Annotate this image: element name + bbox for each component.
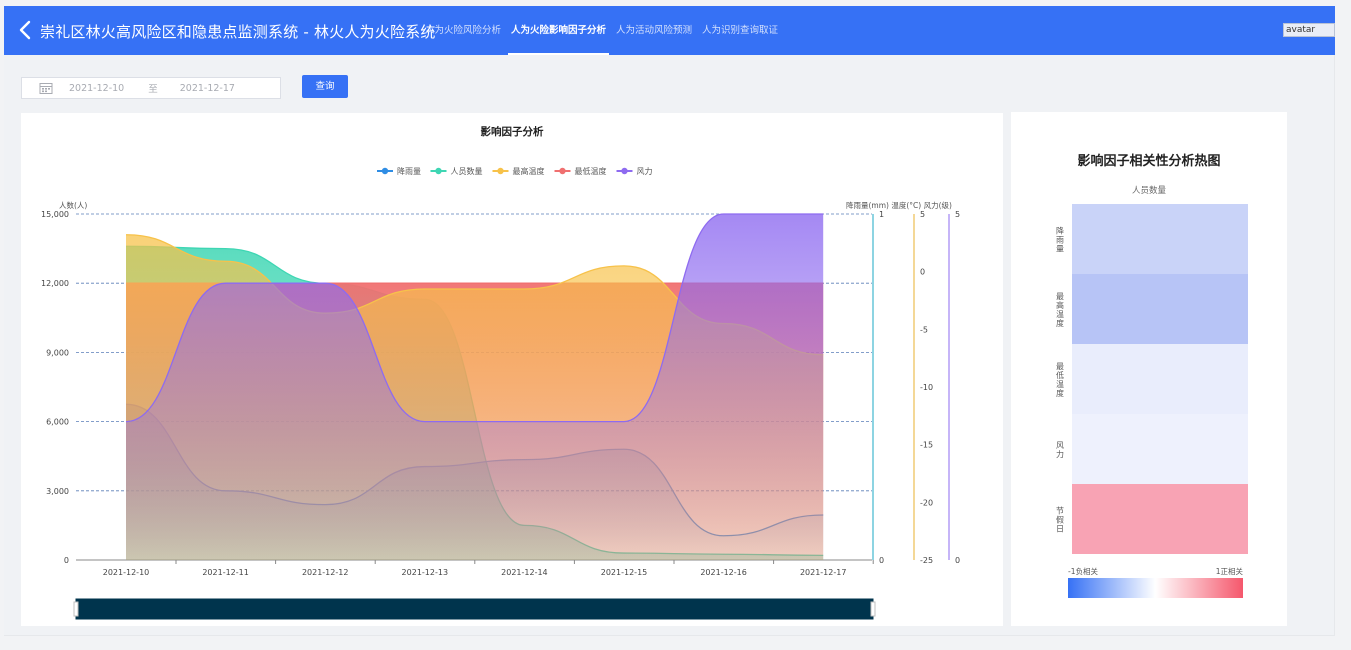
back-arrow-icon[interactable] <box>16 19 36 41</box>
heatmap-row-char: 低 <box>1056 370 1064 380</box>
legend-marker-4 <box>621 167 628 175</box>
heatmap-cell-2 <box>1072 344 1248 414</box>
tab-1[interactable]: 人为火险影响因子分析 <box>506 6 611 55</box>
x-tick-1: 2021-12-11 <box>202 568 249 577</box>
visual-map-max-label: 1正相关 <box>1216 566 1244 576</box>
y-temp-tick-3: -10 <box>920 383 933 392</box>
heatmap-row-char: 日 <box>1056 525 1064 534</box>
tab-3[interactable]: 人为识别查询取证 <box>697 6 783 55</box>
legend-marker-2 <box>497 167 504 175</box>
tab-2[interactable]: 人为活动风险预测 <box>611 6 697 55</box>
y-temp-tick-2: -5 <box>920 325 928 334</box>
legend-item-1: 人员数量 <box>430 166 483 176</box>
end-date-input[interactable]: 2021-12-17 <box>180 83 235 94</box>
heatmap-row-label-2: 最低温度 <box>1056 362 1064 398</box>
heatmap-row-char: 最 <box>1056 292 1064 301</box>
heatmap-cell-1 <box>1072 274 1248 344</box>
y-rain-tick-0: 1 <box>879 210 884 219</box>
legend-label-0: 降雨量 <box>397 166 421 176</box>
app-window: 崇礼区林火高风险区和隐患点监测系统 - 林火人为火险系统 人为火险风险分析 人为火… <box>4 6 1335 636</box>
legend-item-4: 风力 <box>616 166 653 176</box>
zoom-handle-right <box>870 601 876 617</box>
heatmap-cell-0 <box>1072 204 1248 274</box>
x-tick-3: 2021-12-13 <box>402 568 449 577</box>
x-tick-2: 2021-12-12 <box>302 568 349 577</box>
legend-label-1: 人员数量 <box>451 166 483 176</box>
visual-map-min-label: -1负相关 <box>1068 566 1098 576</box>
x-tick-6: 2021-12-16 <box>700 568 747 577</box>
y-temp-tick-6: -25 <box>920 556 933 565</box>
heatmap-cell-4 <box>1072 484 1248 554</box>
heatmap-row-char: 度 <box>1056 388 1064 398</box>
legend-item-2: 最高温度 <box>492 166 545 176</box>
heatmap-row-char: 节 <box>1056 507 1064 516</box>
heatmap-cell-3 <box>1072 414 1248 484</box>
legend-marker-0 <box>381 167 389 175</box>
legend-label-4: 风力 <box>637 166 653 176</box>
range-separator: 至 <box>148 84 158 95</box>
heatmap-row-label-1: 最高温度 <box>1056 292 1064 328</box>
heatmap-row-char: 度 <box>1056 318 1064 328</box>
x-tick-0: 2021-12-10 <box>103 568 150 577</box>
y-wind-tick-0: 5 <box>955 210 960 219</box>
y-left-tick-5: 0 <box>64 556 69 565</box>
date-range-picker[interactable]: 2021-12-10 至 2021-12-17 <box>21 77 281 99</box>
legend-item-0: 降雨量 <box>377 166 421 176</box>
heatmap-row-char: 力 <box>1056 449 1064 459</box>
system-title: 崇礼区林火高风险区和隐患点监测系统 - 林火人为火险系统 <box>40 23 436 41</box>
legend-label-2: 最高温度 <box>513 166 545 176</box>
zoom-slider <box>75 598 874 620</box>
y-left-label: 人数(人) <box>59 200 87 210</box>
y-left-tick-4: 3,000 <box>46 487 69 496</box>
x-tick-4: 2021-12-14 <box>501 568 548 577</box>
y-wind-tick-1: 0 <box>955 556 960 565</box>
y-left-tick-3: 6,000 <box>46 418 69 427</box>
y-left-tick-1: 12,000 <box>41 279 69 288</box>
heatmap-row-label-4: 节假日 <box>1056 507 1064 534</box>
heatmap-row-label-0: 降雨量 <box>1056 226 1064 254</box>
chart-title: 影响因子分析 <box>481 125 544 138</box>
legend-label-3: 最低温度 <box>575 166 607 176</box>
y-left-tick-2: 9,000 <box>46 348 69 357</box>
zoom-handle-left <box>73 601 79 617</box>
heatmap-row-label-3: 风力 <box>1056 441 1064 459</box>
factor-analysis-chart: 影响因子分析降雨量 人员数量 最高温度 最低温度 风力人数(人) 降雨量(mm) 温度(°… <box>41 125 960 620</box>
heatmap-row-char: 高 <box>1056 300 1064 310</box>
tab-0[interactable]: 人为火险风险分析 <box>420 6 506 55</box>
heatmap-row-char: 温 <box>1056 310 1064 319</box>
calendar-icon <box>39 83 53 94</box>
heatmap-row-char: 温 <box>1056 380 1064 389</box>
user-avatar[interactable]: avatar <box>1283 23 1335 37</box>
heatmap-row-char: 假 <box>1056 516 1064 525</box>
query-button[interactable]: 查询 <box>302 75 348 98</box>
heatmap-row-char: 降 <box>1056 226 1064 236</box>
y-rain-tick-1: 0 <box>879 556 884 565</box>
start-date-input[interactable]: 2021-12-10 <box>69 83 124 94</box>
heatmap-row-char: 雨 <box>1056 236 1064 245</box>
x-tick-7: 2021-12-17 <box>800 568 847 577</box>
y-right-labels: 降雨量(mm) 温度(°C) 风力(级) <box>846 200 952 210</box>
y-temp-tick-0: 5 <box>920 210 925 219</box>
y-left-tick-0: 15,000 <box>41 210 69 219</box>
heatmap-row-char: 量 <box>1056 245 1064 254</box>
heatmap-row-char: 风 <box>1056 441 1064 450</box>
x-tick-5: 2021-12-15 <box>601 568 648 577</box>
legend-item-3: 最低温度 <box>554 166 607 176</box>
visual-map-bar <box>1068 578 1243 598</box>
legend-marker-3 <box>559 167 566 175</box>
y-temp-tick-4: -15 <box>920 441 933 450</box>
heatmap-row-char: 最 <box>1056 362 1064 371</box>
factor-analysis-card: 影响因子分析降雨量 人员数量 最高温度 最低温度 风力人数(人) 降雨量(mm) 温度(°… <box>21 113 1003 626</box>
y-temp-tick-1: 0 <box>920 268 925 277</box>
legend-marker-1 <box>435 167 442 175</box>
nav-tabs: 人为火险风险分析 人为火险影响因子分析 人为活动风险预测 人为识别查询取证 <box>420 6 783 55</box>
y-temp-tick-5: -20 <box>920 498 933 507</box>
top-bar: 崇礼区林火高风险区和隐患点监测系统 - 林火人为火险系统 人为火险风险分析 人为火… <box>4 6 1335 55</box>
correlation-heatmap: 降雨量最高温度最低温度风力节假日-1负相关 1正相关 <box>1056 204 1248 598</box>
correlation-heatmap-card: 影响因子相关性分析热图 人员数量 降雨量 最高温度 最低温度 风力 节假日 -1负相关 1正… <box>1011 112 1287 626</box>
